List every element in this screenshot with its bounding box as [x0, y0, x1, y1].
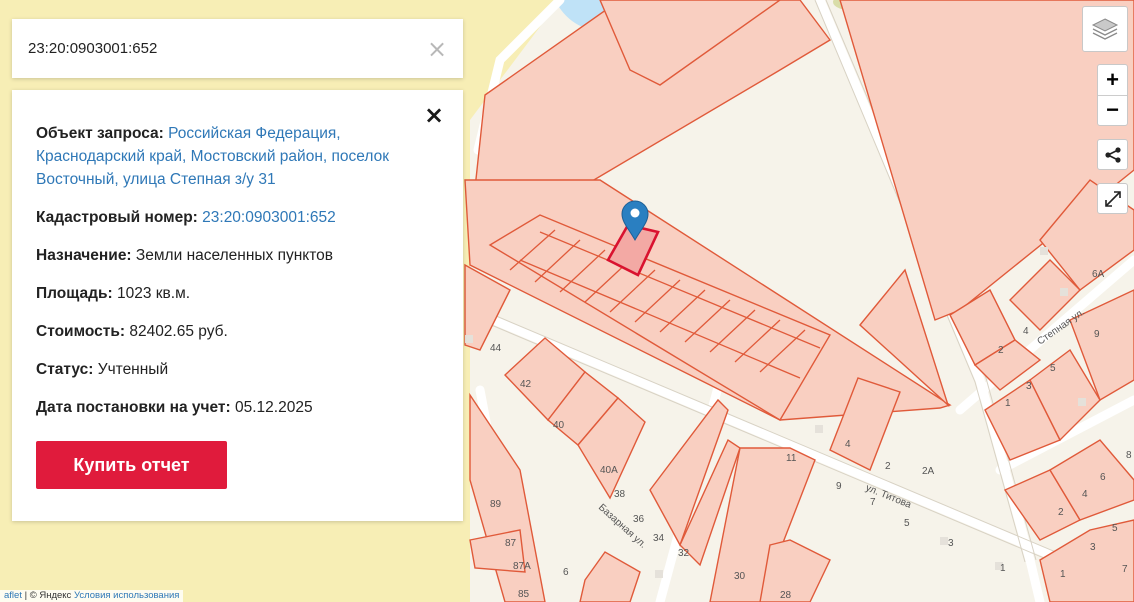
share-button[interactable] [1097, 139, 1128, 170]
house-number: 5 [1112, 523, 1118, 534]
house-number: 2 [885, 461, 891, 472]
date-row: Дата постановки на учет: 05.12.2025 [36, 396, 439, 419]
cost-value: 82402.65 руб. [129, 323, 228, 340]
zoom-out-button[interactable]: − [1098, 94, 1127, 126]
house-number: 2 [998, 345, 1004, 356]
house-number: 5 [1050, 363, 1056, 374]
cost-row: Стоимость: 82402.65 руб. [36, 320, 439, 343]
date-value: 05.12.2025 [234, 399, 313, 416]
house-number: 1 [1005, 398, 1011, 409]
purpose-row: Назначение: Земли населенных пунктов [36, 244, 439, 267]
search-box[interactable]: 23:20:0903001:652 × [12, 19, 463, 78]
house-number: 85 [518, 589, 530, 600]
house-number: 42 [520, 379, 532, 390]
house-number: 87 [505, 538, 517, 549]
purpose-label: Назначение: [36, 247, 132, 264]
search-input[interactable]: 23:20:0903001:652 [28, 40, 427, 57]
house-number: 1 [1060, 569, 1066, 580]
cadastral-label: Кадастровый номер: [36, 209, 198, 226]
house-number: 87А [513, 561, 531, 572]
house-number: 44 [490, 343, 502, 354]
info-panel: × Объект запроса: Российская Федерация, … [12, 90, 463, 521]
house-number: 4 [845, 439, 851, 450]
house-number: 9 [1094, 329, 1100, 340]
area-value: 1023 кв.м. [116, 285, 191, 302]
house-number: 4 [1082, 489, 1088, 500]
status-value: Учтенный [97, 361, 169, 378]
house-number: 2А [922, 466, 935, 477]
cadastral-row: Кадастровый номер: 23:20:0903001:652 [36, 206, 439, 229]
attribution-separator: | © Яндекс [21, 590, 74, 601]
status-label: Статус: [36, 361, 94, 378]
layers-icon [1091, 18, 1119, 40]
date-label: Дата постановки на учет: [36, 399, 231, 416]
house-number: 32 [678, 548, 690, 559]
house-number: 11 [786, 453, 797, 464]
house-number: 89 [490, 499, 502, 510]
zoom-control: + − [1097, 64, 1128, 126]
buy-report-button[interactable]: Купить отчет [36, 441, 227, 489]
house-number: 7 [870, 497, 876, 508]
house-number: 3 [1026, 381, 1032, 392]
request-row: Объект запроса: Российская Федерация, Кр… [36, 122, 439, 191]
leaflet-link[interactable]: aflet [4, 590, 22, 601]
house-number: 40А [600, 465, 618, 476]
house-number: 5 [904, 518, 910, 529]
house-number: 6 [563, 567, 569, 578]
house-number: 3 [1090, 542, 1096, 553]
zoom-in-button[interactable]: + [1098, 65, 1127, 95]
request-label: Объект запроса: [36, 125, 164, 142]
clear-search-button[interactable]: × [427, 37, 447, 61]
cost-label: Стоимость: [36, 323, 126, 340]
house-number: 34 [653, 533, 665, 544]
purpose-value: Земли населенных пунктов [135, 247, 334, 264]
terms-link[interactable]: Условия использования [74, 590, 179, 601]
house-number: 36 [633, 514, 645, 525]
house-number: 7 [1122, 564, 1128, 575]
house-number: 2 [1058, 507, 1064, 518]
house-number: 3 [948, 538, 954, 549]
area-row: Площадь: 1023 кв.м. [36, 282, 439, 305]
fullscreen-button[interactable] [1097, 183, 1128, 214]
house-number: 9 [836, 481, 842, 492]
house-number: 1 [1000, 563, 1006, 574]
layers-button[interactable] [1082, 6, 1128, 52]
house-number: 8 [1126, 450, 1132, 461]
cadastral-number-link[interactable]: 23:20:0903001:652 [202, 209, 336, 226]
close-panel-button[interactable]: × [423, 103, 445, 127]
area-label: Площадь: [36, 285, 113, 302]
house-number: 28 [780, 590, 792, 601]
house-number: 6 [1100, 472, 1106, 483]
status-row: Статус: Учтенный [36, 358, 439, 381]
house-number: 6А [1092, 269, 1105, 280]
map-attribution: aflet | © Яндекс Условия использования [0, 590, 184, 602]
house-number: 38 [614, 489, 626, 500]
fullscreen-icon [1104, 190, 1121, 207]
house-number: 30 [734, 571, 746, 582]
house-number: 4 [1023, 326, 1029, 337]
share-icon [1104, 146, 1121, 163]
house-number: 40 [553, 420, 565, 431]
